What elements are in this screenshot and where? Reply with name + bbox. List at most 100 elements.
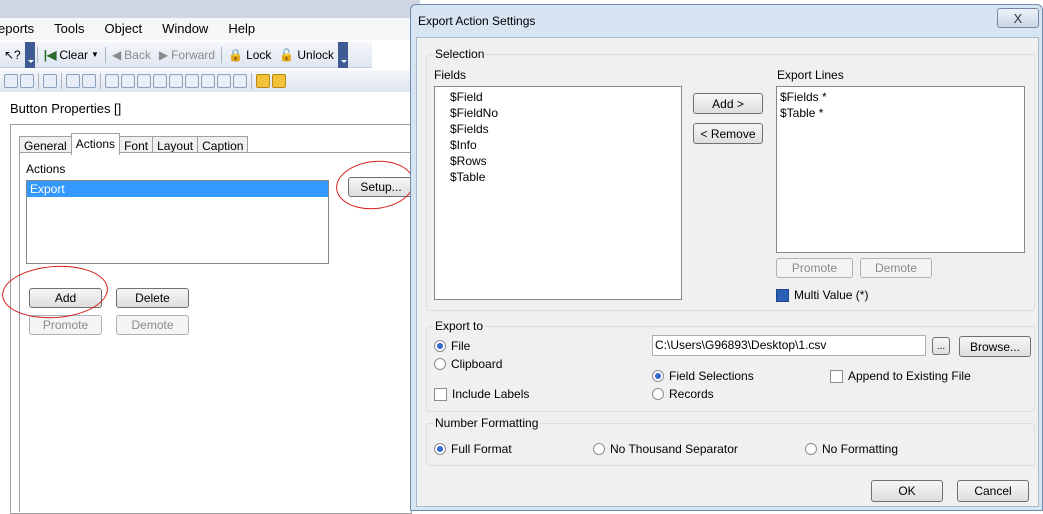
menu-help[interactable]: Help: [219, 18, 266, 40]
dialog-title: Export Action Settings: [418, 14, 536, 28]
unlock-button[interactable]: 🔓 Unlock: [275, 44, 338, 66]
toolbar-overflow-button-2[interactable]: [338, 41, 349, 68]
ok-button[interactable]: OK: [871, 480, 943, 502]
lock-button[interactable]: 🔒 Lock: [224, 44, 275, 66]
back-icon: ◀: [111, 47, 122, 62]
checkbox-icon: [434, 387, 447, 401]
multi-value-checkbox[interactable]: Multi Value (*): [776, 288, 868, 302]
align-center-icon[interactable]: [121, 74, 135, 88]
field-selections-label: Field Selections: [669, 369, 754, 383]
spacing-icon[interactable]: [233, 74, 247, 88]
clear-label: Clear: [59, 47, 89, 62]
fields-label: Fields: [434, 68, 467, 82]
dialog-body: Selection Fields $Field $FieldNo $Fields…: [416, 37, 1039, 507]
add-action-button[interactable]: Add: [29, 288, 102, 308]
no-thousand-separator-label: No Thousand Separator: [610, 442, 738, 456]
list-item[interactable]: $Table: [435, 169, 681, 185]
align-right-icon[interactable]: [137, 74, 151, 88]
menu-window[interactable]: Window: [153, 18, 219, 40]
actions-list[interactable]: Export: [26, 180, 329, 264]
close-icon: X: [1013, 10, 1023, 26]
align-icon[interactable]: [82, 74, 96, 88]
delete-action-button[interactable]: Delete: [116, 288, 189, 308]
records-radio[interactable]: Records: [652, 387, 714, 401]
properties-title: Button Properties []: [10, 101, 122, 116]
remove-field-button[interactable]: < Remove: [693, 123, 763, 144]
align-middle-icon[interactable]: [169, 74, 183, 88]
no-formatting-label: No Formatting: [822, 442, 899, 456]
full-format-radio[interactable]: Full Format: [434, 442, 512, 456]
field-selections-radio[interactable]: Field Selections: [652, 369, 754, 383]
include-labels-label: Include Labels: [452, 387, 530, 401]
radio-icon: [434, 340, 446, 352]
smiley-icon[interactable]: [20, 74, 34, 88]
lock-icon: 🔒: [228, 47, 244, 62]
forward-icon: ▶: [158, 47, 169, 62]
menu-object[interactable]: Object: [96, 18, 154, 40]
toolbar-overflow-button[interactable]: [24, 41, 35, 68]
radio-icon: [434, 443, 446, 455]
selection-group: Selection Fields $Field $FieldNo $Fields…: [426, 47, 1035, 311]
menu-reports[interactable]: eports: [0, 18, 45, 40]
no-thousand-separator-radio[interactable]: No Thousand Separator: [593, 442, 738, 456]
list-item[interactable]: $Fields: [435, 121, 681, 137]
distribute-icon[interactable]: [201, 74, 215, 88]
radio-icon: [805, 443, 817, 455]
align-bottom-icon[interactable]: [185, 74, 199, 88]
folder-icon[interactable]: [272, 74, 286, 88]
include-labels-checkbox[interactable]: Include Labels: [434, 387, 529, 401]
list-item[interactable]: $Table *: [777, 105, 1024, 121]
demote-action-button[interactable]: Demote: [116, 315, 189, 335]
demote-line-button[interactable]: Demote: [860, 258, 932, 278]
back-button[interactable]: ◀ Back: [108, 44, 155, 66]
promote-action-button[interactable]: Promote: [29, 315, 102, 335]
same-size-icon[interactable]: [217, 74, 231, 88]
help-cursor-button[interactable]: ↖?: [0, 44, 25, 66]
promote-line-button[interactable]: Promote: [776, 258, 853, 278]
multi-value-label: Multi Value (*): [794, 288, 869, 302]
list-item-export[interactable]: Export: [27, 181, 328, 197]
sheet-icon[interactable]: [4, 74, 18, 88]
title-strip: [0, 0, 420, 18]
forward-button[interactable]: ▶ Forward: [155, 44, 219, 66]
chart-icon[interactable]: [43, 74, 57, 88]
ellipsis-button[interactable]: ...: [932, 337, 950, 355]
cancel-button[interactable]: Cancel: [957, 480, 1029, 502]
chevron-down-icon: ▼: [91, 50, 99, 59]
export-lines-label: Export Lines: [777, 68, 844, 82]
setup-button[interactable]: Setup...: [348, 177, 414, 197]
list-item[interactable]: $Rows: [435, 153, 681, 169]
list-item[interactable]: $FieldNo: [435, 105, 681, 121]
no-formatting-radio[interactable]: No Formatting: [805, 442, 898, 456]
radio-icon: [652, 370, 664, 382]
number-formatting-group: Number Formatting Full Format No Thousan…: [426, 416, 1035, 466]
export-lines-list[interactable]: $Fields * $Table *: [776, 86, 1025, 253]
append-existing-checkbox[interactable]: Append to Existing File: [830, 369, 971, 383]
align-left-icon[interactable]: [105, 74, 119, 88]
list-item[interactable]: $Fields *: [777, 89, 1024, 105]
list-item[interactable]: $Field: [435, 89, 681, 105]
fields-list[interactable]: $Field $FieldNo $Fields $Info $Rows $Tab…: [434, 86, 682, 300]
align-top-icon[interactable]: [153, 74, 167, 88]
browse-button[interactable]: Browse...: [959, 336, 1031, 357]
list-item[interactable]: $Info: [435, 137, 681, 153]
export-to-group: Export to File Clipboard C:\Users\G96893…: [426, 319, 1035, 412]
actions-label: Actions: [26, 162, 66, 176]
full-format-label: Full Format: [451, 442, 512, 456]
brush-icon[interactable]: [66, 74, 80, 88]
clear-button[interactable]: |◀ Clear ▼: [40, 44, 103, 66]
design-toolbar: ↖? |◀ Clear ▼ ◀ Back ▶ Forward 🔒 Lock 🔓 …: [0, 41, 372, 68]
export-to-label: Export to: [433, 319, 486, 333]
edit-icon[interactable]: [256, 74, 270, 88]
file-path-input[interactable]: C:\Users\G96893\Desktop\1.csv: [652, 335, 926, 356]
file-radio[interactable]: File: [434, 339, 470, 353]
append-existing-label: Append to Existing File: [848, 369, 971, 383]
add-field-button[interactable]: Add >: [693, 93, 763, 114]
export-action-settings-dialog: Export Action Settings X Selection Field…: [410, 4, 1043, 511]
clipboard-radio[interactable]: Clipboard: [434, 357, 502, 371]
file-radio-label: File: [451, 339, 471, 353]
tab-actions[interactable]: Actions: [70, 133, 121, 155]
back-label: Back: [124, 47, 151, 62]
menu-tools[interactable]: Tools: [45, 18, 95, 40]
close-button[interactable]: X: [997, 8, 1039, 28]
